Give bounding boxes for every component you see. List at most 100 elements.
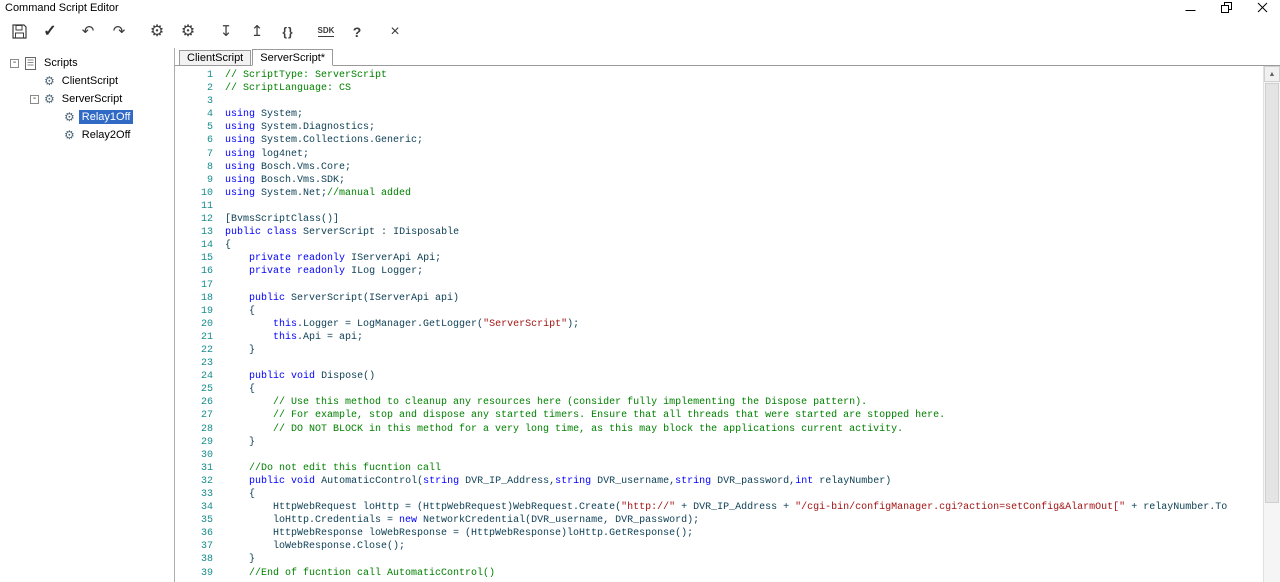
line-number: 5 bbox=[175, 121, 225, 134]
code-line[interactable]: 19 { bbox=[175, 305, 1263, 318]
sdk-icon: SDK bbox=[318, 27, 335, 37]
tree-label-scripts: Scripts bbox=[41, 56, 81, 70]
tree-item-relay1off[interactable]: ⚙ Relay1Off bbox=[0, 108, 174, 126]
line-number: 30 bbox=[175, 449, 225, 462]
tree-item-clientscript[interactable]: ⚙ ClientScript bbox=[0, 72, 174, 90]
line-number: 39 bbox=[175, 567, 225, 580]
code-line[interactable]: 15 private readonly IServerApi Api; bbox=[175, 252, 1263, 265]
tab-serverscript[interactable]: ServerScript* bbox=[252, 49, 333, 66]
tab-clientscript[interactable]: ClientScript bbox=[179, 50, 251, 65]
code-line[interactable]: 27 // For example, stop and dispose any … bbox=[175, 409, 1263, 422]
line-number: 20 bbox=[175, 318, 225, 331]
line-number: 9 bbox=[175, 174, 225, 187]
collapse-expander-icon[interactable]: - bbox=[10, 59, 19, 68]
close-icon bbox=[1257, 2, 1268, 13]
line-number: 35 bbox=[175, 514, 225, 527]
validate-button[interactable]: ✓ bbox=[37, 19, 63, 45]
line-number: 27 bbox=[175, 409, 225, 422]
code-line[interactable]: 35 loHttp.Credentials = new NetworkCrede… bbox=[175, 514, 1263, 527]
code-line[interactable]: 36 HttpWebResponse loWebResponse = (Http… bbox=[175, 527, 1263, 540]
code-line[interactable]: 8using Bosch.Vms.Core; bbox=[175, 161, 1263, 174]
import-arrow-icon: ↧ bbox=[220, 24, 233, 39]
line-number: 34 bbox=[175, 501, 225, 514]
code-line[interactable]: 22 } bbox=[175, 344, 1263, 357]
code-line[interactable]: 29 } bbox=[175, 436, 1263, 449]
undo-button[interactable]: ↶ bbox=[75, 19, 101, 45]
script-settings-button[interactable]: ⚙ bbox=[144, 19, 170, 45]
line-number: 11 bbox=[175, 200, 225, 213]
tree-item-serverscript[interactable]: - ⚙ ServerScript bbox=[0, 90, 174, 108]
line-number: 19 bbox=[175, 305, 225, 318]
code-line[interactable]: 30 bbox=[175, 449, 1263, 462]
line-number: 38 bbox=[175, 553, 225, 566]
code-line[interactable]: 7using log4net; bbox=[175, 148, 1263, 161]
export-button[interactable]: ↥ bbox=[244, 19, 270, 45]
code-line[interactable]: 11 bbox=[175, 200, 1263, 213]
script-edit-button[interactable]: ⚙ bbox=[175, 19, 201, 45]
code-line[interactable]: 28 // DO NOT BLOCK in this method for a … bbox=[175, 423, 1263, 436]
code-line[interactable]: 34 HttpWebRequest loHttp = (HttpWebReque… bbox=[175, 501, 1263, 514]
code-line[interactable]: 10using System.Net;//manual added bbox=[175, 187, 1263, 200]
code-line[interactable]: 6using System.Collections.Generic; bbox=[175, 134, 1263, 147]
line-number: 31 bbox=[175, 462, 225, 475]
sdk-button[interactable]: SDK bbox=[313, 19, 339, 45]
window-controls bbox=[1172, 0, 1280, 15]
code-line[interactable]: 4using System; bbox=[175, 108, 1263, 121]
code-editor[interactable]: 1// ScriptType: ServerScript2// ScriptLa… bbox=[175, 66, 1263, 582]
line-number: 6 bbox=[175, 134, 225, 147]
code-line[interactable]: 37 loWebResponse.Close(); bbox=[175, 540, 1263, 553]
titlebar: Command Script Editor bbox=[0, 0, 1280, 15]
code-line[interactable]: 38 } bbox=[175, 553, 1263, 566]
scroll-up-button[interactable]: ▲ bbox=[1264, 66, 1280, 82]
code-line[interactable]: 33 { bbox=[175, 488, 1263, 501]
code-line[interactable]: 23 bbox=[175, 357, 1263, 370]
code-line[interactable]: 32 public void AutomaticControl(string D… bbox=[175, 475, 1263, 488]
code-line[interactable]: 16 private readonly ILog Logger; bbox=[175, 265, 1263, 278]
line-number: 7 bbox=[175, 148, 225, 161]
tree-item-relay2off[interactable]: ⚙ Relay2Off bbox=[0, 126, 174, 144]
save-button[interactable] bbox=[6, 19, 32, 45]
code-line[interactable]: 5using System.Diagnostics; bbox=[175, 121, 1263, 134]
redo-button[interactable]: ↷ bbox=[106, 19, 132, 45]
code-line[interactable]: 26 // Use this method to cleanup any res… bbox=[175, 396, 1263, 409]
line-number: 15 bbox=[175, 252, 225, 265]
vertical-scrollbar[interactable]: ▲ bbox=[1263, 66, 1280, 582]
code-template-button[interactable]: {} bbox=[275, 19, 301, 45]
code-line[interactable]: 18 public ServerScript(IServerApi api) bbox=[175, 292, 1263, 305]
code-line[interactable]: 17 bbox=[175, 279, 1263, 292]
script-tree: - Scripts ⚙ ClientScript - ⚙ ServerScrip… bbox=[0, 48, 175, 582]
tabstrip: ClientScript ServerScript* bbox=[175, 48, 1280, 66]
code-line[interactable]: 3 bbox=[175, 95, 1263, 108]
code-line[interactable]: 31 //Do not edit this fucntion call bbox=[175, 462, 1263, 475]
line-number: 33 bbox=[175, 488, 225, 501]
line-number: 14 bbox=[175, 239, 225, 252]
code-line[interactable]: 25 { bbox=[175, 383, 1263, 396]
code-line[interactable]: 12[BvmsScriptClass()] bbox=[175, 213, 1263, 226]
collapse-expander-icon[interactable]: - bbox=[30, 95, 39, 104]
minimize-button[interactable] bbox=[1172, 0, 1208, 15]
code-line[interactable]: 2// ScriptLanguage: CS bbox=[175, 82, 1263, 95]
line-number: 26 bbox=[175, 396, 225, 409]
tree-item-scripts[interactable]: - Scripts bbox=[0, 54, 174, 72]
script-gear-icon: ⚙ bbox=[44, 93, 55, 105]
code-line[interactable]: 21 this.Api = api; bbox=[175, 331, 1263, 344]
code-line[interactable]: 13public class ServerScript : IDisposabl… bbox=[175, 226, 1263, 239]
close-window-button[interactable] bbox=[1244, 0, 1280, 15]
scrollbar-thumb[interactable] bbox=[1265, 83, 1279, 503]
code-line[interactable]: 39 //End of fucntion call AutomaticContr… bbox=[175, 567, 1263, 580]
line-number: 37 bbox=[175, 540, 225, 553]
code-line[interactable]: 24 public void Dispose() bbox=[175, 370, 1263, 383]
braces-icon: {} bbox=[282, 26, 293, 38]
restore-button[interactable] bbox=[1208, 0, 1244, 15]
code-line[interactable]: 1// ScriptType: ServerScript bbox=[175, 69, 1263, 82]
code-line[interactable]: 9using Bosch.Vms.SDK; bbox=[175, 174, 1263, 187]
code-line[interactable]: 20 this.Logger = LogManager.GetLogger("S… bbox=[175, 318, 1263, 331]
import-button[interactable]: ↧ bbox=[213, 19, 239, 45]
tree-label-relay1off: Relay1Off bbox=[79, 110, 134, 124]
line-number: 16 bbox=[175, 265, 225, 278]
help-button[interactable]: ? bbox=[344, 19, 370, 45]
export-arrow-icon: ↥ bbox=[251, 24, 264, 39]
command-script-editor-window: Command Script Editor ✓ ↶ ↷ ⚙ ⚙ ↧ ↥ {} S… bbox=[0, 0, 1280, 582]
close-editor-button[interactable]: × bbox=[382, 19, 408, 45]
code-line[interactable]: 14{ bbox=[175, 239, 1263, 252]
